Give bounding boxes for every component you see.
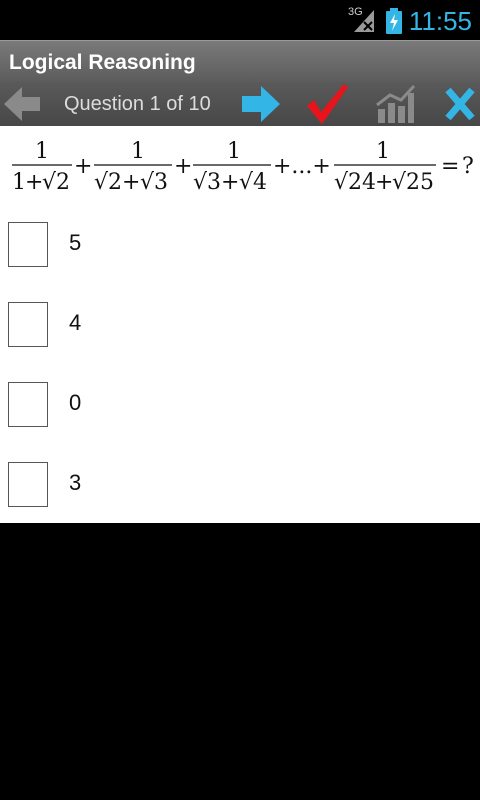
previous-arrow-icon	[4, 87, 40, 121]
answer-label: 5	[69, 230, 82, 255]
numerator: 1	[131, 139, 145, 164]
answer-option[interactable]: 5	[8, 222, 468, 270]
status-bar: 3G 11:55	[0, 0, 480, 40]
statistics-button[interactable]	[372, 82, 418, 126]
submit-check-icon	[307, 84, 348, 124]
plus-sign: +	[221, 170, 239, 195]
denominator-b: √25	[392, 170, 434, 195]
fraction-term: 1 √24 + √25	[334, 139, 436, 195]
app-title-bar: Logical Reasoning	[0, 40, 480, 82]
next-arrow-icon	[242, 86, 280, 122]
plus-sign: +	[122, 170, 140, 195]
denominator-a: 1	[12, 170, 26, 195]
ellipsis: +...+	[273, 154, 331, 179]
close-button[interactable]	[440, 82, 480, 126]
denominator-b: √3	[140, 170, 168, 195]
denominator-b: √4	[239, 170, 267, 195]
answer-checkbox[interactable]	[8, 302, 48, 347]
question-panel: 1 1 + √2 + 1 √2 + √3 + 1 √3 + √4 +...+ 1…	[0, 126, 480, 523]
plus-sign: +	[174, 154, 192, 179]
question-counter: Question 1 of 10	[64, 93, 211, 115]
previous-button[interactable]	[0, 82, 44, 126]
answer-option[interactable]: 4	[8, 302, 468, 350]
denominator-a: √3	[193, 170, 221, 195]
answer-option[interactable]: 3	[8, 462, 468, 510]
answer-checkbox[interactable]	[8, 382, 48, 427]
plus-sign: +	[375, 170, 393, 195]
next-button[interactable]	[239, 82, 283, 126]
stats-chart-icon	[376, 84, 416, 123]
plus-sign: +	[25, 170, 43, 195]
question-formula: 1 1 + √2 + 1 √2 + √3 + 1 √3 + √4 +...+ 1…	[12, 139, 474, 195]
denominator-b: √2	[42, 170, 70, 195]
question-toolbar: Question 1 of 10	[0, 82, 480, 126]
submit-answer-button[interactable]	[304, 82, 350, 126]
clock: 11:55	[408, 6, 472, 36]
plus-sign: +	[74, 154, 92, 179]
answer-label: 3	[69, 470, 82, 495]
numerator: 1	[35, 139, 49, 164]
close-x-icon	[445, 87, 475, 121]
denominator-a: √2	[94, 170, 122, 195]
fraction-term: 1 √3 + √4	[193, 139, 271, 195]
battery-charging-icon	[386, 8, 402, 34]
answer-label: 0	[69, 390, 82, 415]
signal-icon	[354, 10, 374, 32]
answer-option[interactable]: 0	[8, 382, 468, 430]
fraction-term: 1 √2 + √3	[94, 139, 172, 195]
denominator-a: √24	[334, 170, 376, 195]
equals-sign: =	[441, 154, 459, 179]
numerator: 1	[376, 139, 390, 164]
numerator: 1	[227, 139, 241, 164]
question-mark: ?	[462, 154, 474, 179]
fraction-term: 1 1 + √2	[12, 139, 72, 195]
answer-label: 4	[69, 310, 82, 335]
answer-checkbox[interactable]	[8, 462, 48, 507]
answer-checkbox[interactable]	[8, 222, 48, 267]
app-title: Logical Reasoning	[9, 51, 196, 74]
